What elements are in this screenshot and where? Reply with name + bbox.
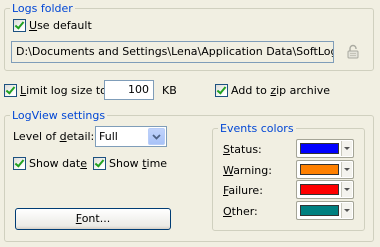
detail-level-label: Level of detail: bbox=[13, 130, 95, 143]
add-to-zip-label: Add to zip archive bbox=[231, 84, 331, 97]
browse-folder-button[interactable] bbox=[341, 41, 364, 63]
chevron-down-icon[interactable] bbox=[341, 162, 352, 177]
detail-level-select[interactable]: Full bbox=[95, 126, 167, 147]
chevron-down-icon[interactable] bbox=[148, 128, 165, 145]
limit-log-size-check-icon[interactable] bbox=[4, 84, 17, 97]
log-size-unit: KB bbox=[162, 84, 177, 97]
chevron-down-icon[interactable] bbox=[341, 203, 352, 218]
limit-log-size-label: Limit log size to bbox=[20, 84, 107, 97]
show-date-label: Show date bbox=[29, 157, 87, 170]
detail-level-value: Full bbox=[99, 130, 118, 143]
status-color-picker[interactable] bbox=[296, 139, 354, 158]
failure-color-label: Failure: bbox=[223, 184, 263, 197]
failure-color-picker[interactable] bbox=[296, 180, 354, 199]
warning-color-picker[interactable] bbox=[296, 160, 354, 179]
failure-color-swatch bbox=[300, 184, 339, 195]
logs-folder-title: Logs folder bbox=[10, 2, 75, 15]
chevron-down-icon[interactable] bbox=[341, 182, 352, 197]
events-colors-title: Events colors bbox=[218, 122, 296, 135]
use-default-checkbox[interactable]: Use default bbox=[13, 19, 92, 32]
limit-log-size-checkbox[interactable]: Limit log size to bbox=[4, 84, 107, 97]
show-date-check-icon[interactable] bbox=[13, 157, 26, 170]
add-to-zip-check-icon[interactable] bbox=[215, 84, 228, 97]
show-time-checkbox[interactable]: Show time bbox=[93, 157, 167, 170]
add-to-zip-checkbox[interactable]: Add to zip archive bbox=[215, 84, 330, 97]
status-color-swatch bbox=[300, 143, 339, 154]
status-color-label: Status: bbox=[223, 143, 262, 156]
lock-icon bbox=[347, 44, 358, 59]
warning-color-label: Warning: bbox=[223, 164, 272, 177]
show-date-checkbox[interactable]: Show date bbox=[13, 157, 87, 170]
use-default-label: Use default bbox=[29, 19, 92, 32]
log-size-input[interactable]: 100 bbox=[104, 80, 154, 100]
logs-folder-path-field[interactable]: D:\Documents and Settings\Lena\Applicati… bbox=[11, 41, 334, 63]
other-color-label: Other: bbox=[223, 205, 258, 218]
use-default-check-icon[interactable] bbox=[13, 19, 26, 32]
font-button[interactable]: Font... bbox=[15, 208, 171, 230]
chevron-down-icon[interactable] bbox=[341, 141, 352, 156]
other-color-picker[interactable] bbox=[296, 201, 354, 220]
show-time-check-icon[interactable] bbox=[93, 157, 106, 170]
warning-color-swatch bbox=[300, 164, 339, 175]
logview-settings-title: LogView settings bbox=[10, 109, 108, 122]
show-time-label: Show time bbox=[109, 157, 168, 170]
other-color-swatch bbox=[300, 205, 339, 216]
